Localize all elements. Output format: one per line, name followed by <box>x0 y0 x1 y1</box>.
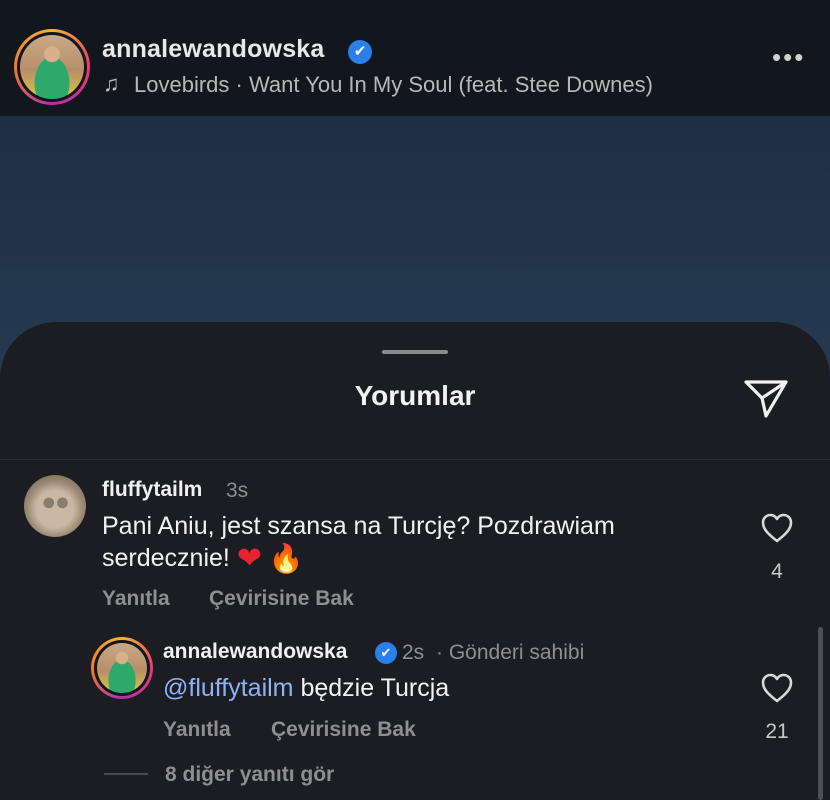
verified-badge-icon: ✔ <box>375 642 397 664</box>
profile-avatar[interactable] <box>14 29 90 105</box>
reply-button[interactable]: Yanıtla <box>102 587 170 611</box>
like-heart-icon[interactable] <box>760 672 794 704</box>
reply-text: @fluffytailm będzie Turcja <box>163 672 449 704</box>
heart-emoji-icon: ❤ <box>236 542 262 575</box>
fire-emoji-icon: 🔥 <box>268 543 304 574</box>
comment-text-line2-wrap: serdecznie! ❤ 🔥 <box>102 542 304 575</box>
sheet-title: Yorumlar <box>354 380 476 411</box>
comments-sheet: Yorumlar fluffytailm 3s Pani Aniu, jest … <box>0 322 830 800</box>
sheet-divider <box>0 459 830 460</box>
music-note-icon: ♫ <box>103 71 120 96</box>
view-more-line <box>104 773 148 775</box>
comment-time: 3s <box>226 479 249 502</box>
more-horizontal-icon[interactable]: ••• <box>772 44 806 70</box>
like-count: 21 <box>765 720 789 743</box>
verified-badge-icon: ✔ <box>348 40 372 64</box>
comment-text-line1: Pani Aniu, jest szansa na Turcję? Pozdra… <box>102 512 615 540</box>
music-track-link[interactable]: Lovebirds · Want You In My Soul (feat. S… <box>134 72 653 98</box>
like-count: 4 <box>771 560 783 583</box>
see-translation-button[interactable]: Çevirisine Bak <box>209 587 354 611</box>
sheet-drag-handle[interactable] <box>382 350 448 354</box>
view-more-replies-button[interactable]: 8 diğer yanıtı gör <box>165 763 334 787</box>
see-translation-button[interactable]: Çevirisine Bak <box>271 718 416 742</box>
reply-time: 2s <box>402 641 425 664</box>
like-heart-icon[interactable] <box>760 512 794 544</box>
mention-link[interactable]: @fluffytailm <box>163 674 294 702</box>
send-icon[interactable] <box>742 376 790 420</box>
header-username[interactable]: annalewandowska <box>102 35 325 64</box>
post-owner-label: · Gönderi sahibi <box>436 641 585 664</box>
comment-username[interactable]: fluffytailm <box>102 478 202 502</box>
commenter-avatar[interactable] <box>24 475 86 537</box>
scrollbar[interactable] <box>818 627 823 800</box>
reply-text-body: będzie Turcja <box>300 674 450 702</box>
comment-text-line2: serdecznie! <box>102 544 230 572</box>
reply-username[interactable]: annalewandowska <box>163 640 347 664</box>
post-header: annalewandowska ✔ ♫ Lovebirds · Want You… <box>0 0 830 116</box>
reply-avatar[interactable] <box>91 637 153 699</box>
reply-button[interactable]: Yanıtla <box>163 718 231 742</box>
